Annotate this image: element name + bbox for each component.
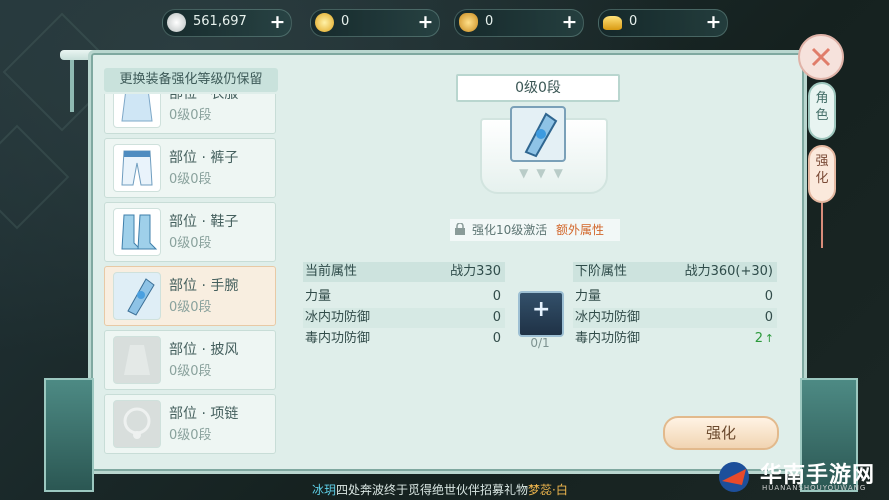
add-silver-button[interactable]: +: [268, 13, 287, 32]
extra-attribute-hint: 强化10级激活 额外属性: [450, 219, 620, 241]
currency-bowl: 0 +: [454, 9, 584, 37]
unlock-highlight: 额外属性: [556, 223, 605, 237]
list-item-pants[interactable]: 部位 · 裤子 0级0段: [104, 138, 276, 198]
stat-value: 0: [492, 331, 501, 346]
currency-value: 0: [629, 14, 638, 29]
stat-value: 0: [492, 310, 501, 325]
tab-role-label: 角色: [815, 91, 829, 123]
watermark-logo: 华南手游网 HUANANSHOUYOUWANG: [712, 455, 882, 497]
upgrade-arrows-icon: ▼▼▼: [519, 166, 571, 180]
stat-value: 0: [764, 310, 773, 325]
pants-icon: [113, 144, 161, 192]
item-level: 0级0段: [169, 364, 212, 379]
level-banner: 0级0段: [456, 74, 620, 102]
stat-value: 0: [764, 289, 773, 304]
stat-value: 0: [492, 289, 501, 304]
watermark-subtext: HUANANSHOUYOUWANG: [762, 484, 867, 492]
currency-gold: 0 +: [310, 9, 440, 37]
currency-bar: 561,697 + 0 + 0 + 0 +: [162, 9, 752, 37]
currency-value: 561,697: [193, 14, 247, 29]
stat-label: 力量: [575, 289, 602, 304]
site-logo-icon: [719, 462, 749, 492]
item-name: 部位 · 衣服: [169, 94, 239, 102]
next-stats-header: 下阶属性 战力360(+30): [573, 262, 777, 282]
current-stats-title: 当前属性: [305, 264, 358, 279]
item-name: 部位 · 披风: [169, 342, 239, 358]
stat-row: 冰内功防御 0: [303, 308, 505, 328]
currency-silver: 561,697 +: [162, 9, 292, 37]
add-bowl-button[interactable]: +: [560, 13, 579, 32]
item-name: 部位 · 项链: [169, 406, 239, 422]
item-name: 部位 · 裤子: [169, 150, 239, 166]
bracer-icon[interactable]: [510, 106, 566, 162]
ticker-message: 四处奔波终于觅得绝世伙伴招募礼物: [336, 483, 529, 497]
list-item-robe[interactable]: 部位 · 衣服 0级0段: [104, 94, 276, 134]
lock-icon: [455, 223, 465, 235]
current-stats-header: 当前属性 战力330: [303, 262, 505, 282]
hanging-tassel: [821, 203, 823, 248]
material-count: 0/1: [530, 336, 550, 350]
stat-row: 力量 0: [303, 287, 505, 307]
list-title: 更换装备强化等级仍保留: [104, 68, 278, 92]
next-stats-title: 下阶属性: [575, 264, 628, 279]
material-slot[interactable]: +: [518, 291, 564, 337]
treasure-bowl-icon: [459, 13, 478, 32]
ticker-partner: 梦蕊·白: [528, 483, 568, 497]
gold-coin-icon: [315, 13, 334, 32]
add-ingot-button[interactable]: +: [704, 13, 723, 32]
item-name: 部位 · 鞋子: [169, 214, 239, 230]
silver-coin-icon: [167, 13, 186, 32]
bracer-icon: [113, 272, 161, 320]
robe-icon: [113, 94, 161, 128]
item-level: 0级0段: [169, 108, 212, 123]
currency-value: 0: [341, 14, 350, 29]
hanging-tassel: [70, 60, 74, 112]
list-item-bracer[interactable]: 部位 · 手腕 0级0段: [104, 266, 276, 326]
stat-label: 毒内功防御: [575, 331, 641, 346]
stat-row: 毒内功防御 2 ↑: [573, 329, 777, 349]
currency-value: 0: [485, 14, 494, 29]
stat-label: 毒内功防御: [305, 331, 371, 346]
enhance-button[interactable]: 强化: [663, 416, 779, 450]
add-gold-button[interactable]: +: [416, 13, 435, 32]
item-level: 0级0段: [169, 236, 212, 251]
list-item-boots[interactable]: 部位 · 鞋子 0级0段: [104, 202, 276, 262]
close-button[interactable]: [798, 34, 844, 80]
next-power: 战力360(+30): [684, 264, 773, 279]
cape-icon: [113, 336, 161, 384]
stat-row: 冰内功防御 0: [573, 308, 777, 328]
close-icon: [811, 47, 831, 67]
stat-label: 力量: [305, 289, 332, 304]
currency-ingot: 0 +: [598, 9, 728, 37]
necklace-icon: [113, 400, 161, 448]
system-ticker: 冰玥四处奔波终于觅得绝世伙伴招募礼物梦蕊·白: [312, 481, 568, 498]
item-level: 0级0段: [169, 300, 212, 315]
stat-value: 2: [754, 331, 763, 346]
stat-row: 毒内功防御 0: [303, 329, 505, 349]
unlock-text: 强化10级激活: [472, 223, 548, 237]
list-item-necklace[interactable]: 部位 · 项链 0级0段: [104, 394, 276, 454]
tab-enhance[interactable]: 强化: [808, 145, 836, 203]
item-level: 0级0段: [169, 428, 212, 443]
ticker-player: 冰玥: [312, 483, 337, 497]
boots-icon: [113, 208, 161, 256]
item-name: 部位 · 手腕: [169, 278, 239, 294]
stat-label: 冰内功防御: [305, 310, 371, 325]
increase-arrow-icon: ↑: [764, 332, 774, 345]
gold-ingot-icon: [603, 16, 622, 30]
tab-role[interactable]: 角色: [808, 82, 836, 140]
left-pillar: [44, 378, 94, 492]
stat-label: 冰内功防御: [575, 310, 641, 325]
stat-row: 力量 0: [573, 287, 777, 307]
tab-enhance-label: 强化: [815, 154, 829, 186]
equipment-list[interactable]: 部位 · 衣服 0级0段 部位 · 裤子 0级0段 部位 · 鞋子 0级0段 部…: [104, 94, 276, 454]
item-level: 0级0段: [169, 172, 212, 187]
list-item-cape[interactable]: 部位 · 披风 0级0段: [104, 330, 276, 390]
add-material-icon: +: [532, 297, 551, 322]
current-power: 战力330: [450, 264, 501, 279]
